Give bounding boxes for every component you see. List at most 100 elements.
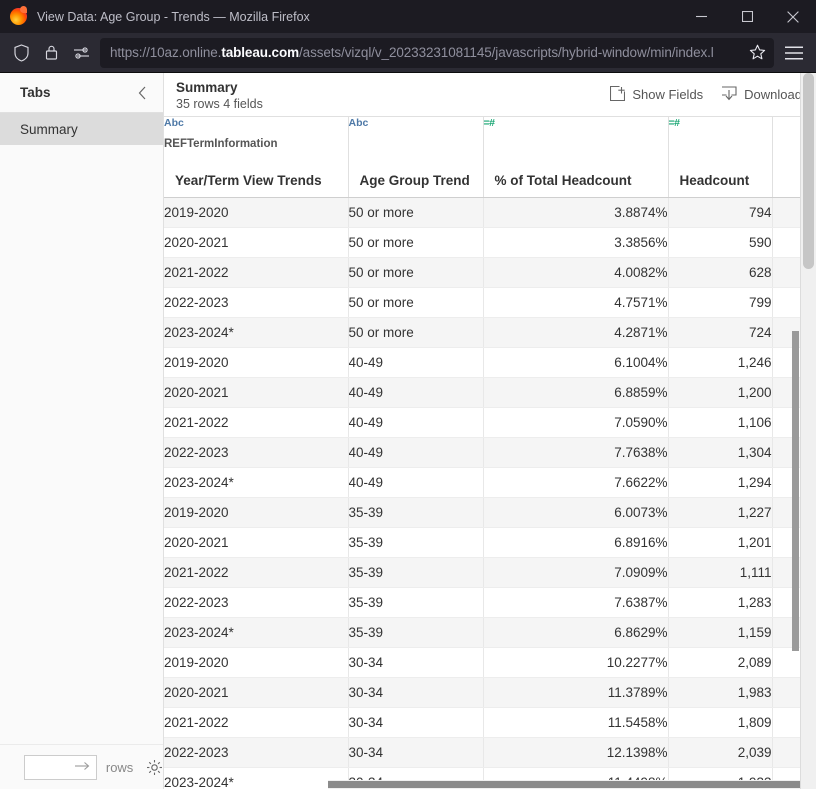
table-row[interactable]: 2019-202035-396.0073%1,227 [164,497,804,527]
chevron-left-icon[interactable] [133,84,151,102]
table-row[interactable]: 2019-202030-3410.2277%2,089 [164,647,804,677]
table-row[interactable]: 2020-202150 or more3.3856%590 [164,227,804,257]
table-cell: 3.3856% [483,227,668,257]
table-cell: 30-34 [348,647,483,677]
table-cell: 11.5458% [483,707,668,737]
url-prefix: https://10az.online. [110,45,221,60]
table-row[interactable]: 2020-202130-3411.3789%1,983 [164,677,804,707]
column-header-headcount[interactable]: =# Headcount [668,117,772,197]
data-table: Abc REFTermInformation Year/Term View Tr… [164,117,805,789]
table-cell: 7.0909% [483,557,668,587]
table-row[interactable]: 2023-2024*40-497.6622%1,294 [164,467,804,497]
table-cell: 2021-2022 [164,407,348,437]
table-row[interactable]: 2021-202250 or more4.0082%628 [164,257,804,287]
summary-meta: 35 rows 4 fields [176,96,610,112]
gear-icon[interactable] [145,758,163,776]
table-cell: 30-34 [348,677,483,707]
maximize-button[interactable] [724,0,770,33]
table-row[interactable]: 2019-202040-496.1004%1,246 [164,347,804,377]
table-scroll-thumb[interactable] [792,331,799,651]
table-cell: 40-49 [348,467,483,497]
table-row[interactable]: 2022-202340-497.7638%1,304 [164,437,804,467]
rows-control-bar: rows [0,744,163,789]
arrow-right-icon [75,758,90,776]
horizontal-scroll-thumb[interactable] [328,781,816,788]
star-icon[interactable] [744,40,770,66]
table-cell: 50 or more [348,227,483,257]
table-cell: 2023-2024* [164,617,348,647]
table-cell: 50 or more [348,257,483,287]
table-cell: 2020-2021 [164,527,348,557]
window-title: View Data: Age Group - Trends — Mozilla … [37,10,310,24]
table-row[interactable]: 2023-2024*50 or more4.2871%724 [164,317,804,347]
rows-label: rows [106,760,133,775]
table-cell: 2021-2022 [164,557,348,587]
square-plus-icon [610,86,625,104]
table-vertical-scrollbar[interactable] [791,161,800,789]
table-cell: 2022-2023 [164,437,348,467]
browser-vertical-scrollbar[interactable] [800,73,816,789]
table-cell: 2022-2023 [164,587,348,617]
permissions-icon[interactable] [66,38,96,68]
rows-input[interactable] [24,755,97,780]
table-header: Abc REFTermInformation Year/Term View Tr… [164,117,804,197]
table-row[interactable]: 2021-202235-397.0909%1,111 [164,557,804,587]
url-bar[interactable]: https://10az.online.tableau.com/assets/v… [100,38,774,68]
table-cell: 2022-2023 [164,737,348,767]
minimize-button[interactable] [678,0,724,33]
table-cell: 50 or more [348,287,483,317]
table-row[interactable]: 2021-202230-3411.5458%1,809 [164,707,804,737]
table-cell: 7.6622% [483,467,668,497]
hamburger-icon[interactable] [778,37,810,69]
table-row[interactable]: 2023-2024*35-396.8629%1,159 [164,617,804,647]
shield-icon[interactable] [6,38,36,68]
header-actions: Show Fields Download [610,86,802,104]
table-cell: 1,283 [668,587,772,617]
download-button[interactable]: Download [721,86,802,104]
column-header-age-group[interactable]: Abc Age Group Trend [348,117,483,197]
table-cell: 40-49 [348,377,483,407]
table-cell: 2020-2021 [164,677,348,707]
column-source [669,137,772,153]
browser-scroll-thumb[interactable] [803,73,814,269]
abc-type-icon: Abc [349,117,483,131]
sidebar-item-summary[interactable]: Summary [0,113,163,145]
table-cell: 2020-2021 [164,227,348,257]
data-table-scroll-area[interactable]: Abc REFTermInformation Year/Term View Tr… [164,117,816,789]
show-fields-button[interactable]: Show Fields [610,86,703,104]
table-cell: 1,200 [668,377,772,407]
sidebar-item-label: Summary [20,122,78,137]
column-name: Headcount [680,173,750,188]
horizontal-scrollbar[interactable] [328,780,800,789]
table-row[interactable]: 2021-202240-497.0590%1,106 [164,407,804,437]
table-cell: 7.0590% [483,407,668,437]
table-cell: 3.8874% [483,197,668,227]
table-cell: 12.1398% [483,737,668,767]
table-cell: 40-49 [348,347,483,377]
table-cell: 30-34 [348,707,483,737]
table-cell: 1,106 [668,407,772,437]
table-row[interactable]: 2022-202330-3412.1398%2,039 [164,737,804,767]
table-row[interactable]: 2020-202135-396.8916%1,201 [164,527,804,557]
table-row[interactable]: 2020-202140-496.8859%1,200 [164,377,804,407]
url-text[interactable]: https://10az.online.tableau.com/assets/v… [110,45,744,60]
table-cell: 11.3789% [483,677,668,707]
table-row[interactable]: 2022-202335-397.6387%1,283 [164,587,804,617]
column-source: REFTermInformation [164,137,348,153]
column-header-pct-total-headcount[interactable]: =# % of Total Headcount [483,117,668,197]
table-cell: 35-39 [348,557,483,587]
table-cell: 30-34 [348,737,483,767]
table-header-row: Abc REFTermInformation Year/Term View Tr… [164,117,804,197]
table-cell: 1,159 [668,617,772,647]
table-cell: 590 [668,227,772,257]
table-cell: 724 [668,317,772,347]
table-cell: 2019-2020 [164,647,348,677]
table-cell: 35-39 [348,617,483,647]
download-icon [721,86,737,104]
lock-icon[interactable] [36,38,66,68]
table-cell: 1,294 [668,467,772,497]
close-button[interactable] [770,0,816,33]
table-row[interactable]: 2019-202050 or more3.8874%794 [164,197,804,227]
table-row[interactable]: 2022-202350 or more4.7571%799 [164,287,804,317]
column-header-year-term[interactable]: Abc REFTermInformation Year/Term View Tr… [164,117,348,197]
